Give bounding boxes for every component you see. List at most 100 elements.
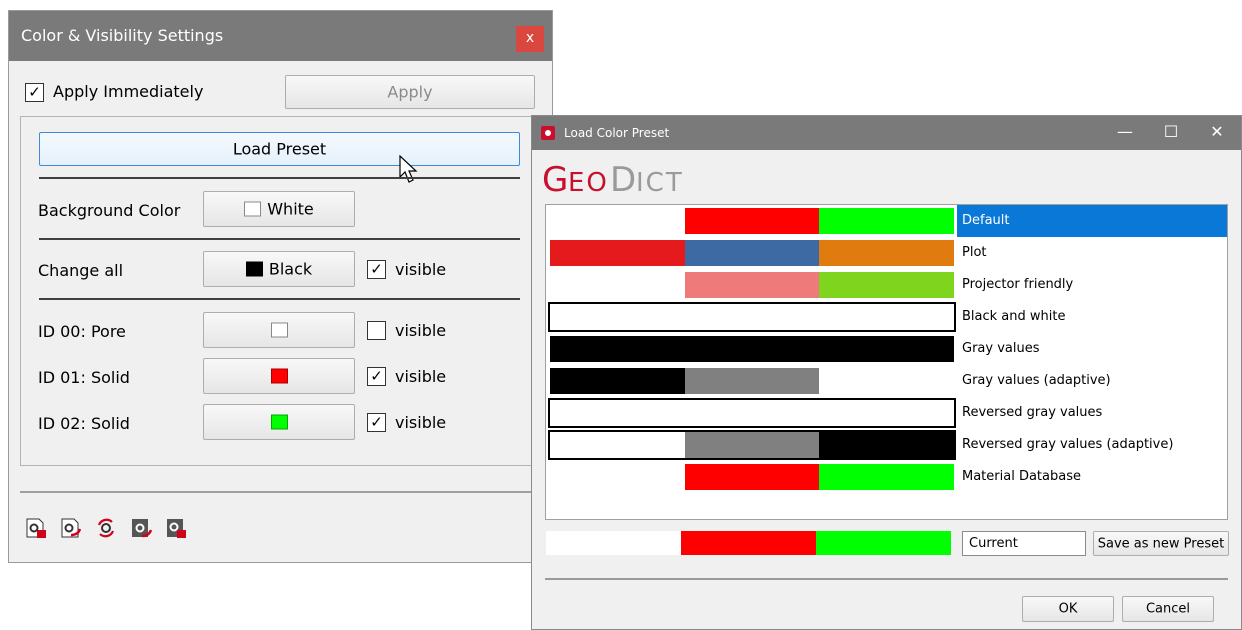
id02-visible-checkbox[interactable]: ✓ [367, 413, 386, 432]
minimize-button[interactable]: — [1105, 116, 1145, 150]
close-button[interactable]: x [516, 26, 544, 52]
ok-label: OK [1058, 601, 1078, 617]
change-all-label: Change all [38, 261, 124, 280]
change-all-visible-checkbox[interactable]: ✓ [367, 260, 386, 279]
svg-text:EO: EO [568, 168, 609, 198]
preset-name: Material Database [962, 469, 1081, 484]
preset-row[interactable]: Default [546, 205, 1227, 237]
color-segment [819, 272, 955, 298]
color-segment [681, 531, 816, 555]
color-segment [819, 400, 955, 426]
preset-row[interactable]: Black and white [546, 301, 1227, 333]
color-segment [550, 432, 685, 458]
divider [39, 238, 520, 240]
window-title: Color & Visibility Settings [9, 11, 552, 61]
background-color-button[interactable]: White [203, 191, 355, 227]
preset-row[interactable]: Reversed gray values [546, 397, 1227, 429]
divider [545, 578, 1228, 580]
preset-color-bar [548, 302, 956, 332]
current-color-bar [546, 531, 951, 555]
color-segment [684, 464, 820, 490]
load-preset-button[interactable]: Load Preset [39, 132, 520, 166]
color-segment [550, 272, 685, 298]
preset-color-bar [548, 430, 956, 460]
apply-immediately-checkbox[interactable]: ✓ [25, 83, 44, 102]
save-as-new-preset-button[interactable]: Save as new Preset [1093, 531, 1229, 556]
id02-swatch [270, 414, 288, 430]
color-segment [684, 400, 820, 426]
preset-row[interactable]: Gray values [546, 333, 1227, 365]
color-segment [550, 304, 685, 330]
visible-label: visible [395, 367, 447, 386]
load-preset-label: Load Preset [232, 139, 327, 159]
gear-import-icon[interactable] [130, 517, 152, 539]
white-swatch [244, 201, 262, 217]
id00-color-button[interactable] [203, 312, 355, 348]
apply-immediately-label: Apply Immediately [53, 82, 204, 101]
color-segment [684, 208, 820, 234]
color-segment [819, 368, 955, 394]
gear-delete-icon[interactable] [165, 517, 187, 539]
background-color-label: Background Color [38, 201, 181, 220]
preset-name: Gray values [962, 341, 1040, 356]
ok-button[interactable]: OK [1022, 596, 1114, 622]
gear-refresh-icon[interactable] [95, 517, 117, 539]
cancel-label: Cancel [1145, 601, 1191, 617]
preset-name: Projector friendly [962, 277, 1074, 292]
color-segment [684, 272, 820, 298]
svg-text:ICT: ICT [636, 168, 684, 198]
id02-color-button[interactable] [203, 404, 355, 440]
id00-visible-checkbox[interactable] [367, 321, 386, 340]
color-segment [550, 368, 685, 394]
color-segment [684, 240, 820, 266]
id01-color-button[interactable] [203, 358, 355, 394]
preset-color-bar [550, 240, 955, 266]
preset-name: Black and white [962, 309, 1066, 324]
dialog-close-button[interactable]: ✕ [1197, 116, 1237, 150]
color-segment [684, 432, 820, 458]
color-segment [684, 336, 820, 362]
settings-panel: Load Preset Background Color White Chang… [20, 116, 541, 466]
preset-row[interactable]: Material Database [546, 461, 1227, 493]
color-visibility-window: Color & Visibility Settings x ✓ Apply Im… [8, 10, 553, 563]
geodict-logo: G EO D ICT [542, 160, 712, 200]
color-segment [819, 464, 955, 490]
preset-name: Reversed gray values [962, 405, 1103, 420]
preset-color-bar [550, 336, 955, 362]
apply-button-label: Apply [387, 82, 433, 102]
dialog-title: Load Color Preset [564, 126, 670, 140]
change-all-color-button[interactable]: Black [203, 251, 355, 287]
color-segment [819, 336, 955, 362]
divider [39, 298, 520, 300]
gear-export-icon[interactable] [60, 517, 82, 539]
color-segment [684, 368, 820, 394]
preset-list: Default Plot Projector friendly Black and w… [545, 204, 1228, 520]
maximize-button[interactable]: ☐ [1151, 116, 1191, 150]
preset-row[interactable]: Plot [546, 237, 1227, 269]
color-segment [550, 400, 685, 426]
preset-color-bar [550, 272, 955, 298]
preset-name: Reversed gray values (adaptive) [962, 437, 1174, 452]
preset-row[interactable]: Gray values (adaptive) [546, 365, 1227, 397]
preset-name: Default [957, 205, 1227, 237]
color-segment [819, 304, 955, 330]
divider [39, 177, 520, 179]
preset-name-input[interactable]: Current [962, 531, 1086, 556]
gear-save-icon[interactable] [25, 517, 47, 539]
color-segment [550, 464, 685, 490]
id01-label: ID 01: Solid [38, 368, 130, 387]
preset-row[interactable]: Reversed gray values (adaptive) [546, 429, 1227, 461]
color-segment [550, 208, 685, 234]
cancel-button[interactable]: Cancel [1122, 596, 1214, 622]
visible-label: visible [395, 321, 447, 340]
apply-button[interactable]: Apply [285, 75, 535, 109]
preset-name: Gray values (adaptive) [962, 373, 1111, 388]
id01-visible-checkbox[interactable]: ✓ [367, 367, 386, 386]
preset-name: Plot [962, 245, 987, 260]
mouse-cursor-icon [399, 155, 418, 183]
preset-row[interactable]: Projector friendly [546, 269, 1227, 301]
color-segment [550, 336, 685, 362]
color-segment [684, 304, 820, 330]
change-all-value: Black [268, 259, 313, 279]
id02-label: ID 02: Solid [38, 414, 130, 433]
